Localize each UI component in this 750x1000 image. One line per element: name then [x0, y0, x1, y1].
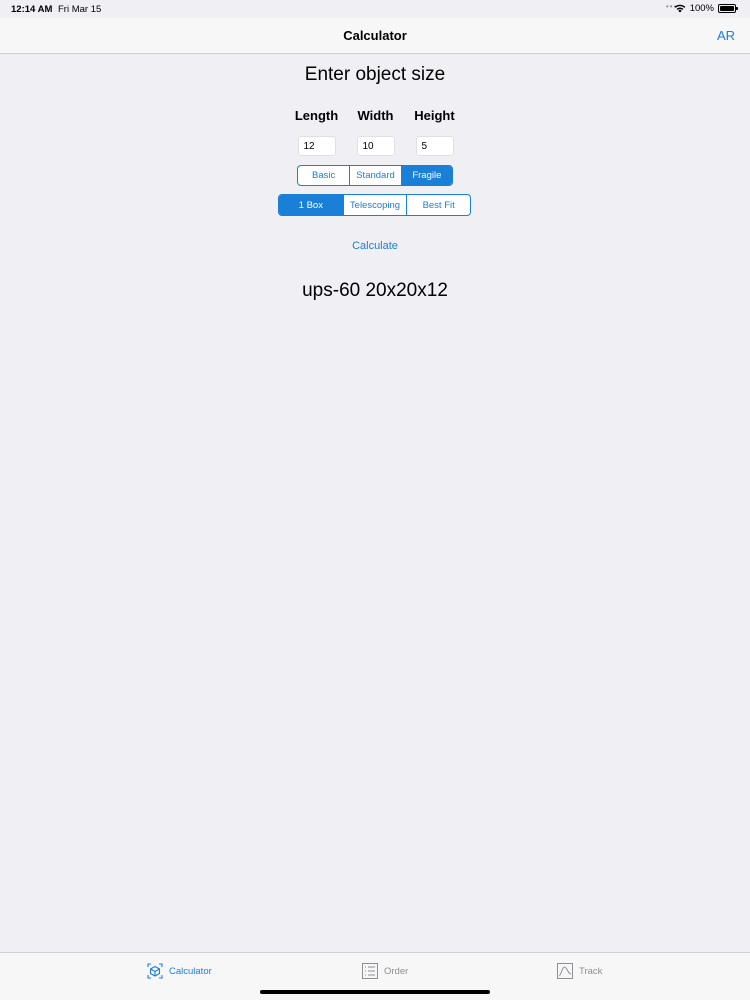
box-type-segmented-control: 1 Box Telescoping Best Fit: [278, 194, 471, 216]
status-date: Fri Mar 15: [58, 4, 102, 15]
tab-order[interactable]: Order: [361, 962, 408, 980]
height-label: Height: [414, 108, 455, 123]
length-label: Length: [294, 108, 339, 123]
tab-track-label: Track: [579, 965, 603, 977]
width-label: Width: [357, 108, 394, 123]
box-option-1-box[interactable]: 1 Box: [279, 195, 343, 215]
chart-icon: [557, 963, 573, 979]
nav-title: Calculator: [343, 28, 407, 43]
ar-button[interactable]: AR: [717, 28, 735, 43]
height-input[interactable]: [415, 136, 454, 156]
packing-option-standard[interactable]: Standard: [349, 166, 400, 185]
calculate-button[interactable]: Calculate: [0, 240, 750, 252]
home-indicator: [260, 990, 490, 994]
battery-percent: 100%: [689, 3, 714, 14]
status-time: 12:14 AM: [11, 4, 53, 15]
wifi-icon: [674, 4, 686, 13]
height-column: Height: [405, 108, 464, 156]
battery-icon: [718, 4, 738, 13]
cube-icon: [147, 963, 163, 979]
status-bar: 12:14 AM Fri Mar 15 ••• 100%: [0, 0, 750, 18]
tab-order-label: Order: [384, 965, 409, 977]
tab-calculator-label: Calculator: [169, 965, 212, 977]
length-input[interactable]: [297, 136, 336, 156]
length-column: Length: [287, 108, 346, 156]
box-option-best-fit[interactable]: Best Fit: [406, 195, 470, 215]
tab-calculator[interactable]: Calculator: [146, 962, 212, 980]
result-text: ups-60 20x20x12: [302, 280, 448, 301]
nav-bar: Calculator AR: [0, 18, 750, 54]
dimension-inputs: Length Width Height: [287, 108, 464, 156]
packing-option-fragile[interactable]: Fragile: [400, 166, 452, 185]
status-right: 100%: [674, 3, 738, 14]
page-heading: Enter object size: [304, 64, 446, 85]
width-column: Width: [346, 108, 405, 156]
packing-option-basic[interactable]: Basic: [298, 166, 349, 185]
box-option-telescoping[interactable]: Telescoping: [342, 195, 407, 215]
list-icon: [362, 963, 378, 979]
packing-type-segmented-control: Basic Standard Fragile: [297, 165, 453, 186]
tab-track[interactable]: Track: [556, 962, 602, 980]
width-input[interactable]: [356, 136, 395, 156]
